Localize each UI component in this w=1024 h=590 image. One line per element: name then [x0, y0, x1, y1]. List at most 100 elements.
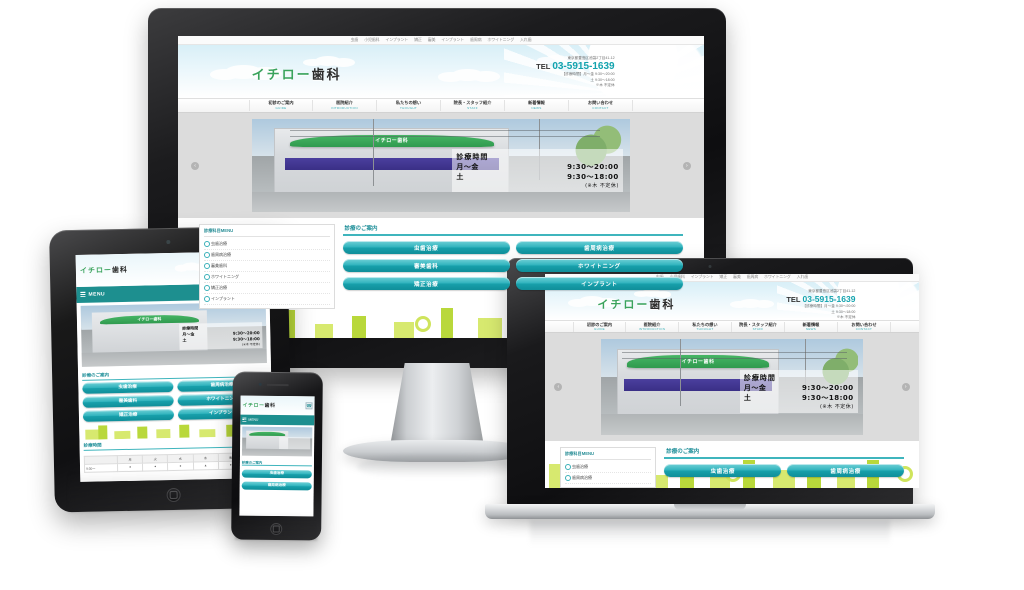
- slider-next-icon[interactable]: ›: [901, 383, 910, 391]
- clinic-telephone[interactable]: TEL 03-5915-1639: [786, 294, 855, 304]
- treatment-button-esthetic[interactable]: 審美歯科: [342, 259, 510, 272]
- hamburger-icon: [80, 291, 86, 298]
- utility-nav-item[interactable]: 入れ歯: [797, 274, 809, 280]
- logo-kanji: 歯科: [111, 266, 128, 275]
- nav-item-contact[interactable]: お問い合わせ CONTACT: [569, 100, 633, 111]
- nav-label-jp: 院長・スタッフ紹介: [453, 100, 492, 106]
- sidebar-item-implant[interactable]: インプラント: [204, 294, 330, 305]
- nav-item-contact[interactable]: お問い合わせ CONTACT: [838, 321, 891, 332]
- site-logo[interactable]: イチロー歯科: [252, 64, 342, 83]
- tel-number: 03-5915-1639: [552, 60, 615, 72]
- treatment-button-periodontal[interactable]: 歯周病治療: [515, 241, 683, 254]
- hero-image[interactable]: [242, 426, 313, 456]
- content-area: 診療科目MENU 虫歯治療 歯周病治療 審美歯科 ホワイトニング 矯正治療 イン…: [178, 218, 704, 338]
- utility-nav-item[interactable]: インプラント: [691, 274, 714, 280]
- nav-label-jp: お問い合わせ: [587, 100, 614, 106]
- storefront-sign: [249, 431, 286, 437]
- utility-nav-item[interactable]: ホワイトニング: [487, 37, 514, 43]
- sidebar-item-cavity[interactable]: 虫歯治療: [564, 462, 652, 473]
- treatment-button-esthetic[interactable]: 審美歯科: [82, 394, 174, 408]
- utility-nav-item[interactable]: インプラント: [441, 37, 464, 43]
- treatment-button-orthodontics[interactable]: 矯正治療: [342, 277, 510, 290]
- treatment-button-cavity[interactable]: 虫歯治療: [342, 241, 510, 254]
- hero-slider[interactable]: イチロー歯科 診療時間 月～金 9:30～20:00 土 9:30～18:00 …: [178, 113, 704, 218]
- sidebar-item-cavity[interactable]: 虫歯治療: [204, 239, 330, 250]
- slider-prev-icon[interactable]: ‹: [191, 161, 200, 170]
- mobile-menu-button[interactable]: MENU: [240, 414, 315, 426]
- hero-image: イチロー歯科 診療時間 月～金 9:30～20:00 土 9:30～18:00 …: [601, 339, 863, 435]
- sidebar-item-periodontal[interactable]: 歯周病治療: [204, 250, 330, 261]
- utility-nav-item[interactable]: 矯正: [719, 274, 727, 280]
- utility-nav-item[interactable]: 審美: [733, 274, 741, 280]
- hero-hours-overlay: 診療時間 月～金 9:30～20:00 土 9:30～18:00 (※木 不定休…: [739, 369, 858, 413]
- site-logo[interactable]: イチロー歯科: [80, 265, 128, 276]
- power-line: [622, 358, 848, 360]
- nav-label-en: NEWS: [805, 326, 817, 331]
- imac-stand-neck: [389, 363, 485, 449]
- utility-nav[interactable]: 虫歯 小児歯科 インプラント 矯正 審美 インプラント 歯周病 ホワイトニング …: [178, 36, 704, 45]
- site-logo[interactable]: イチロー歯科: [242, 402, 275, 409]
- treatment-button-cavity[interactable]: 虫歯治療: [664, 464, 782, 477]
- iphone-reflection: [234, 499, 318, 541]
- clinic-telephone[interactable]: TEL 03-5915-1639: [536, 61, 614, 72]
- header-hours-3: ※木 不定休: [836, 315, 856, 320]
- desktop-site: 虫歯 小児歯科 インプラント 矯正 審美 インプラント 歯周病 ホワイトニング …: [178, 36, 704, 338]
- treatment-button-cavity[interactable]: 虫歯治療: [82, 380, 173, 394]
- hamburger-icon: [242, 417, 247, 422]
- nav-item-staff[interactable]: 院長・スタッフ紹介 STAFF: [441, 100, 505, 111]
- nav-item-introduction[interactable]: 医院紹介 INTRODUCTION: [313, 100, 377, 111]
- treatment-button-periodontal[interactable]: 歯周病治療: [241, 481, 312, 490]
- hero-hours-overlay: 診療時間 月～金 9:30～20:00 土 9:30～18:00 (※木 不定休…: [452, 148, 623, 192]
- hero-hours-time-1: 9:30～20:00: [801, 383, 854, 392]
- utility-nav-item[interactable]: 歯周病: [747, 274, 759, 280]
- header-contact: 東京都豊島区池袋2丁目41-12 TEL 03-5915-1639 【診療時間】月…: [786, 289, 855, 320]
- utility-pole: [679, 339, 681, 407]
- utility-nav-item[interactable]: 歯周病: [470, 37, 482, 43]
- slider-prev-icon[interactable]: ‹: [554, 383, 563, 391]
- utility-nav-item[interactable]: 小児歯科: [364, 37, 379, 43]
- treatment-button-orthodontics[interactable]: 矯正治療: [82, 408, 174, 422]
- utility-nav-item[interactable]: 矯正: [414, 37, 422, 43]
- sidebar-item-whitening[interactable]: ホワイトニング: [204, 272, 330, 283]
- treatment-button-implant[interactable]: インプラント: [515, 277, 683, 290]
- nav-item-thought[interactable]: 私たちの想い THOUGHT: [679, 321, 732, 332]
- nav-label-en: GUIDE: [275, 105, 287, 110]
- hero-hours-days-2: 土: [182, 338, 187, 344]
- sidebar-item-periodontal[interactable]: 歯周病治療: [564, 473, 652, 484]
- utility-nav-item[interactable]: ホワイトニング: [764, 274, 791, 280]
- mobile-header: イチロー歯科 ☎: [240, 395, 315, 416]
- phone-site: イチロー歯科 ☎ MENU 診療のご案内 虫歯治療 歯周病治療: [239, 395, 315, 517]
- utility-nav-item[interactable]: インプラント: [385, 37, 408, 43]
- utility-nav-item[interactable]: 入れ歯: [520, 37, 532, 43]
- imac-screen: 虫歯 小児歯科 インプラント 矯正 審美 インプラント 歯周病 ホワイトニング …: [178, 36, 704, 338]
- hero-hours-days-1: 月～金: [743, 383, 767, 392]
- hero-slider[interactable]: イチロー歯科 診療時間 月～金 9:30～20:00 土 9:30～18:00 …: [545, 333, 919, 441]
- device-phone-iphone: イチロー歯科 ☎ MENU 診療のご案内 虫歯治療 歯周病治療: [231, 371, 323, 541]
- nav-label-en: STAFF: [752, 326, 764, 331]
- hero-image: イチロー歯科 診療時間 月～金 9:30～20:00 土 9:30～18:00 …: [251, 119, 631, 212]
- nav-item-staff[interactable]: 院長・スタッフ紹介 STAFF: [732, 321, 785, 332]
- hero-hours-days-2: 土: [456, 172, 464, 181]
- road: [81, 349, 267, 367]
- responsive-showcase: 虫歯 小児歯科 インプラント 矯正 審美 インプラント 歯周病 ホワイトニング …: [0, 0, 1024, 590]
- nav-item-guide[interactable]: 初診のご案内 GUIDE: [249, 100, 313, 111]
- treatment-button-whitening[interactable]: ホワイトニング: [515, 259, 683, 272]
- nav-item-thought[interactable]: 私たちの想い THOUGHT: [377, 100, 441, 111]
- sidebar-item-orthodontics[interactable]: 矯正治療: [204, 283, 330, 294]
- slider-next-icon[interactable]: ›: [682, 161, 691, 170]
- nav-label-en: THOUGHT: [696, 326, 714, 331]
- main-navigation[interactable]: 初診のご案内 GUIDE 医院紹介 INTRODUCTION 私たちの想い TH…: [178, 98, 704, 113]
- nav-item-news[interactable]: 新着情報 NEWS: [505, 100, 569, 111]
- utility-nav-item[interactable]: 審美: [428, 37, 436, 43]
- phone-icon[interactable]: ☎: [305, 402, 313, 410]
- header-hours-3: ※木 不定休: [595, 83, 615, 88]
- nav-label-en: NEWS: [531, 105, 542, 110]
- nav-item-news[interactable]: 新着情報 NEWS: [785, 321, 838, 332]
- logo-kana: イチロー: [79, 267, 112, 275]
- sidebar-item-esthetic[interactable]: 審美歯科: [204, 261, 330, 272]
- tel-label: TEL: [786, 294, 801, 304]
- utility-nav-item[interactable]: 虫歯: [351, 37, 359, 43]
- treatment-buttons: 虫歯治療 歯周病治療: [664, 464, 905, 477]
- treatment-button-cavity[interactable]: 虫歯治療: [241, 469, 312, 478]
- treatment-button-periodontal[interactable]: 歯周病治療: [787, 464, 905, 477]
